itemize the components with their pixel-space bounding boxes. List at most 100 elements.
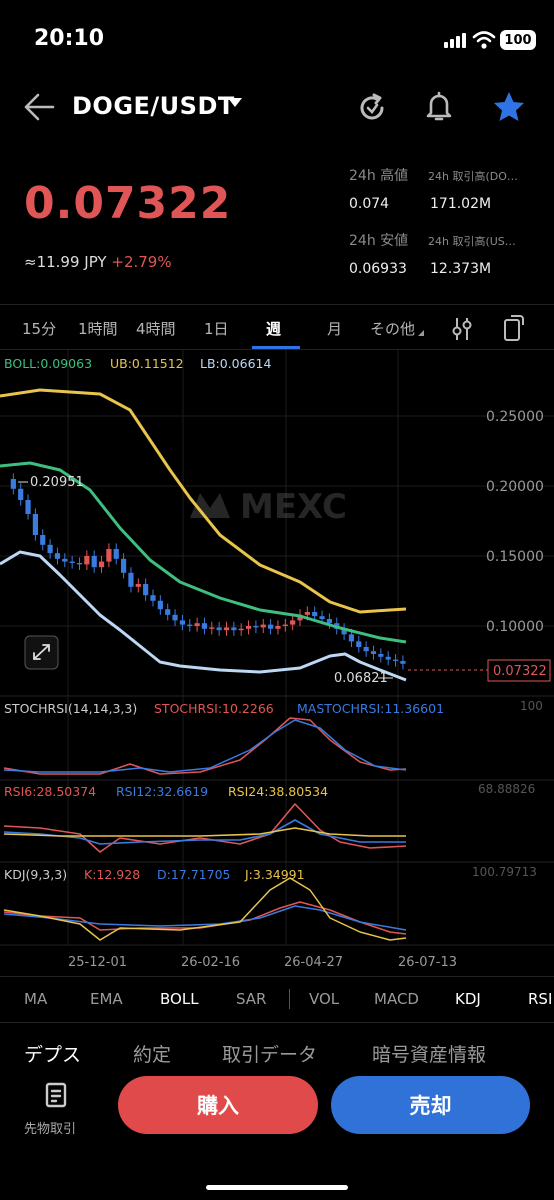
date-label: 25-12-01 bbox=[68, 955, 127, 970]
stochrsi-value: STOCHRSI:10.2266 bbox=[154, 701, 274, 716]
timeframe-1d[interactable]: 1日 bbox=[204, 318, 229, 339]
rsi6-line bbox=[3, 803, 407, 853]
high-marker: 0.20951 bbox=[18, 475, 84, 490]
date-label: 26-04-27 bbox=[284, 955, 343, 970]
lower-band bbox=[0, 550, 407, 682]
current-price-tag: 0.07322 bbox=[408, 659, 551, 682]
low-24h-value: 0.06933 bbox=[349, 261, 407, 277]
indicator-tab-ema[interactable]: EMA bbox=[90, 990, 123, 1008]
candle bbox=[216, 627, 222, 631]
futures-label[interactable]: 先物取引 bbox=[24, 1118, 76, 1137]
high-24h-value: 0.074 bbox=[349, 196, 390, 212]
high-24h-label: 24h 高値 bbox=[349, 168, 409, 184]
candle bbox=[290, 620, 296, 625]
mastochrsi-value: MASTOCHRSI:11.36601 bbox=[297, 701, 444, 716]
candle bbox=[282, 624, 288, 626]
trading-pair-title[interactable]: DOGE/USDT bbox=[72, 92, 235, 120]
tab-separator bbox=[289, 989, 290, 1009]
candle bbox=[319, 616, 325, 619]
candle bbox=[84, 556, 90, 565]
price-axis-label: 0.20000 bbox=[486, 479, 544, 495]
timeframe-1m[interactable]: 月 bbox=[327, 318, 342, 339]
candle bbox=[304, 612, 310, 615]
battery-icon: 100 bbox=[500, 30, 536, 50]
price-change-percent: +2.79% bbox=[111, 253, 172, 271]
home-indicator bbox=[206, 1185, 348, 1190]
candle bbox=[150, 595, 156, 601]
expand-chart-icon[interactable] bbox=[24, 635, 59, 670]
pair-dropdown-icon[interactable] bbox=[228, 98, 242, 107]
tab-trades[interactable]: 約定 bbox=[133, 1040, 171, 1067]
low-marker: 0.06821 bbox=[334, 671, 393, 686]
divider bbox=[0, 976, 554, 977]
indicator-tab-vol[interactable]: VOL bbox=[309, 990, 339, 1008]
lb-label: LB:0.06614 bbox=[200, 356, 271, 371]
rsi-axis: 68.88826 bbox=[478, 782, 535, 796]
favorite-star-icon[interactable] bbox=[492, 90, 526, 124]
candle bbox=[245, 626, 252, 629]
timeframe-1h[interactable]: 1時間 bbox=[78, 318, 118, 339]
candle bbox=[143, 584, 149, 596]
indicator-tab-boll[interactable]: BOLL bbox=[160, 990, 199, 1008]
date-label: 26-07-13 bbox=[398, 955, 457, 970]
candle bbox=[54, 553, 61, 559]
tab-asset-info[interactable]: 暗号資産情報 bbox=[372, 1040, 486, 1067]
price-axis-label: 0.25000 bbox=[486, 409, 544, 425]
svg-text:0.07322: 0.07322 bbox=[493, 664, 547, 679]
sell-button[interactable]: 売却 bbox=[331, 1076, 530, 1134]
indicator-tab-ma[interactable]: MA bbox=[24, 990, 47, 1008]
tab-trading-data[interactable]: 取引データ bbox=[222, 1040, 317, 1067]
indicator-tab-rsi[interactable]: RSI bbox=[528, 990, 552, 1008]
indicator-settings-icon[interactable] bbox=[451, 316, 473, 342]
low-24h-label: 24h 安値 bbox=[349, 233, 409, 249]
candle bbox=[62, 558, 68, 562]
svg-text:MEXC: MEXC bbox=[240, 487, 347, 527]
candle bbox=[98, 561, 105, 568]
ub-label: UB:0.11512 bbox=[110, 356, 184, 371]
stochrsi-line bbox=[3, 717, 407, 775]
candle bbox=[201, 623, 208, 629]
candle bbox=[179, 620, 185, 625]
candle bbox=[268, 624, 274, 629]
candle bbox=[194, 623, 200, 626]
indicator-tab-macd[interactable]: MACD bbox=[374, 990, 419, 1008]
last-price: 0.07322 bbox=[24, 178, 232, 229]
rsi24-value: RSI24:38.80534 bbox=[228, 784, 328, 799]
indicator-tab-sar[interactable]: SAR bbox=[236, 990, 266, 1008]
indicator-tab-kdj[interactable]: KDJ bbox=[455, 990, 481, 1008]
rotate-screen-icon[interactable] bbox=[501, 314, 525, 342]
candle bbox=[363, 647, 369, 652]
timeframe-4h[interactable]: 4時間 bbox=[136, 318, 176, 339]
volume-base-value: 171.02M bbox=[430, 196, 492, 212]
candle bbox=[76, 563, 83, 565]
buy-button[interactable]: 購入 bbox=[118, 1076, 318, 1134]
candle bbox=[260, 624, 266, 628]
refresh-icon[interactable] bbox=[356, 92, 388, 124]
candle bbox=[113, 549, 119, 559]
back-arrow-icon[interactable] bbox=[22, 90, 56, 124]
timeframe-more[interactable]: その他 bbox=[370, 318, 415, 339]
kdj-axis: 100.79713 bbox=[472, 865, 537, 879]
candle bbox=[253, 626, 259, 628]
timeframe-1w[interactable]: 週 bbox=[266, 318, 281, 339]
candle bbox=[356, 641, 362, 647]
kdj-title: KDJ(9,3,3) bbox=[4, 867, 67, 882]
bell-icon[interactable] bbox=[424, 90, 454, 122]
futures-icon[interactable] bbox=[44, 1081, 70, 1109]
candlestick-chart[interactable]: MEXC 0.25000 0.20000 0.15000 0.10000 BOLL:0… bbox=[0, 350, 554, 978]
mastochrsi-line bbox=[3, 719, 407, 773]
timeframe-15m[interactable]: 15分 bbox=[22, 318, 56, 339]
price-jpy-change: ≈11.99 JPY +2.79% bbox=[24, 253, 172, 271]
volume-quote-value: 12.373M bbox=[430, 261, 492, 277]
price-axis-label: 0.10000 bbox=[486, 619, 544, 635]
candle bbox=[25, 500, 31, 514]
tab-depth[interactable]: デプス bbox=[24, 1040, 81, 1067]
candle bbox=[348, 634, 355, 642]
candle bbox=[18, 488, 24, 500]
kdj-j-value: J:3.34991 bbox=[244, 867, 305, 882]
candle bbox=[157, 600, 163, 610]
candle bbox=[370, 651, 377, 654]
rsi12-value: RSI12:32.6619 bbox=[116, 784, 208, 799]
candle bbox=[400, 661, 406, 664]
candle bbox=[223, 627, 230, 631]
